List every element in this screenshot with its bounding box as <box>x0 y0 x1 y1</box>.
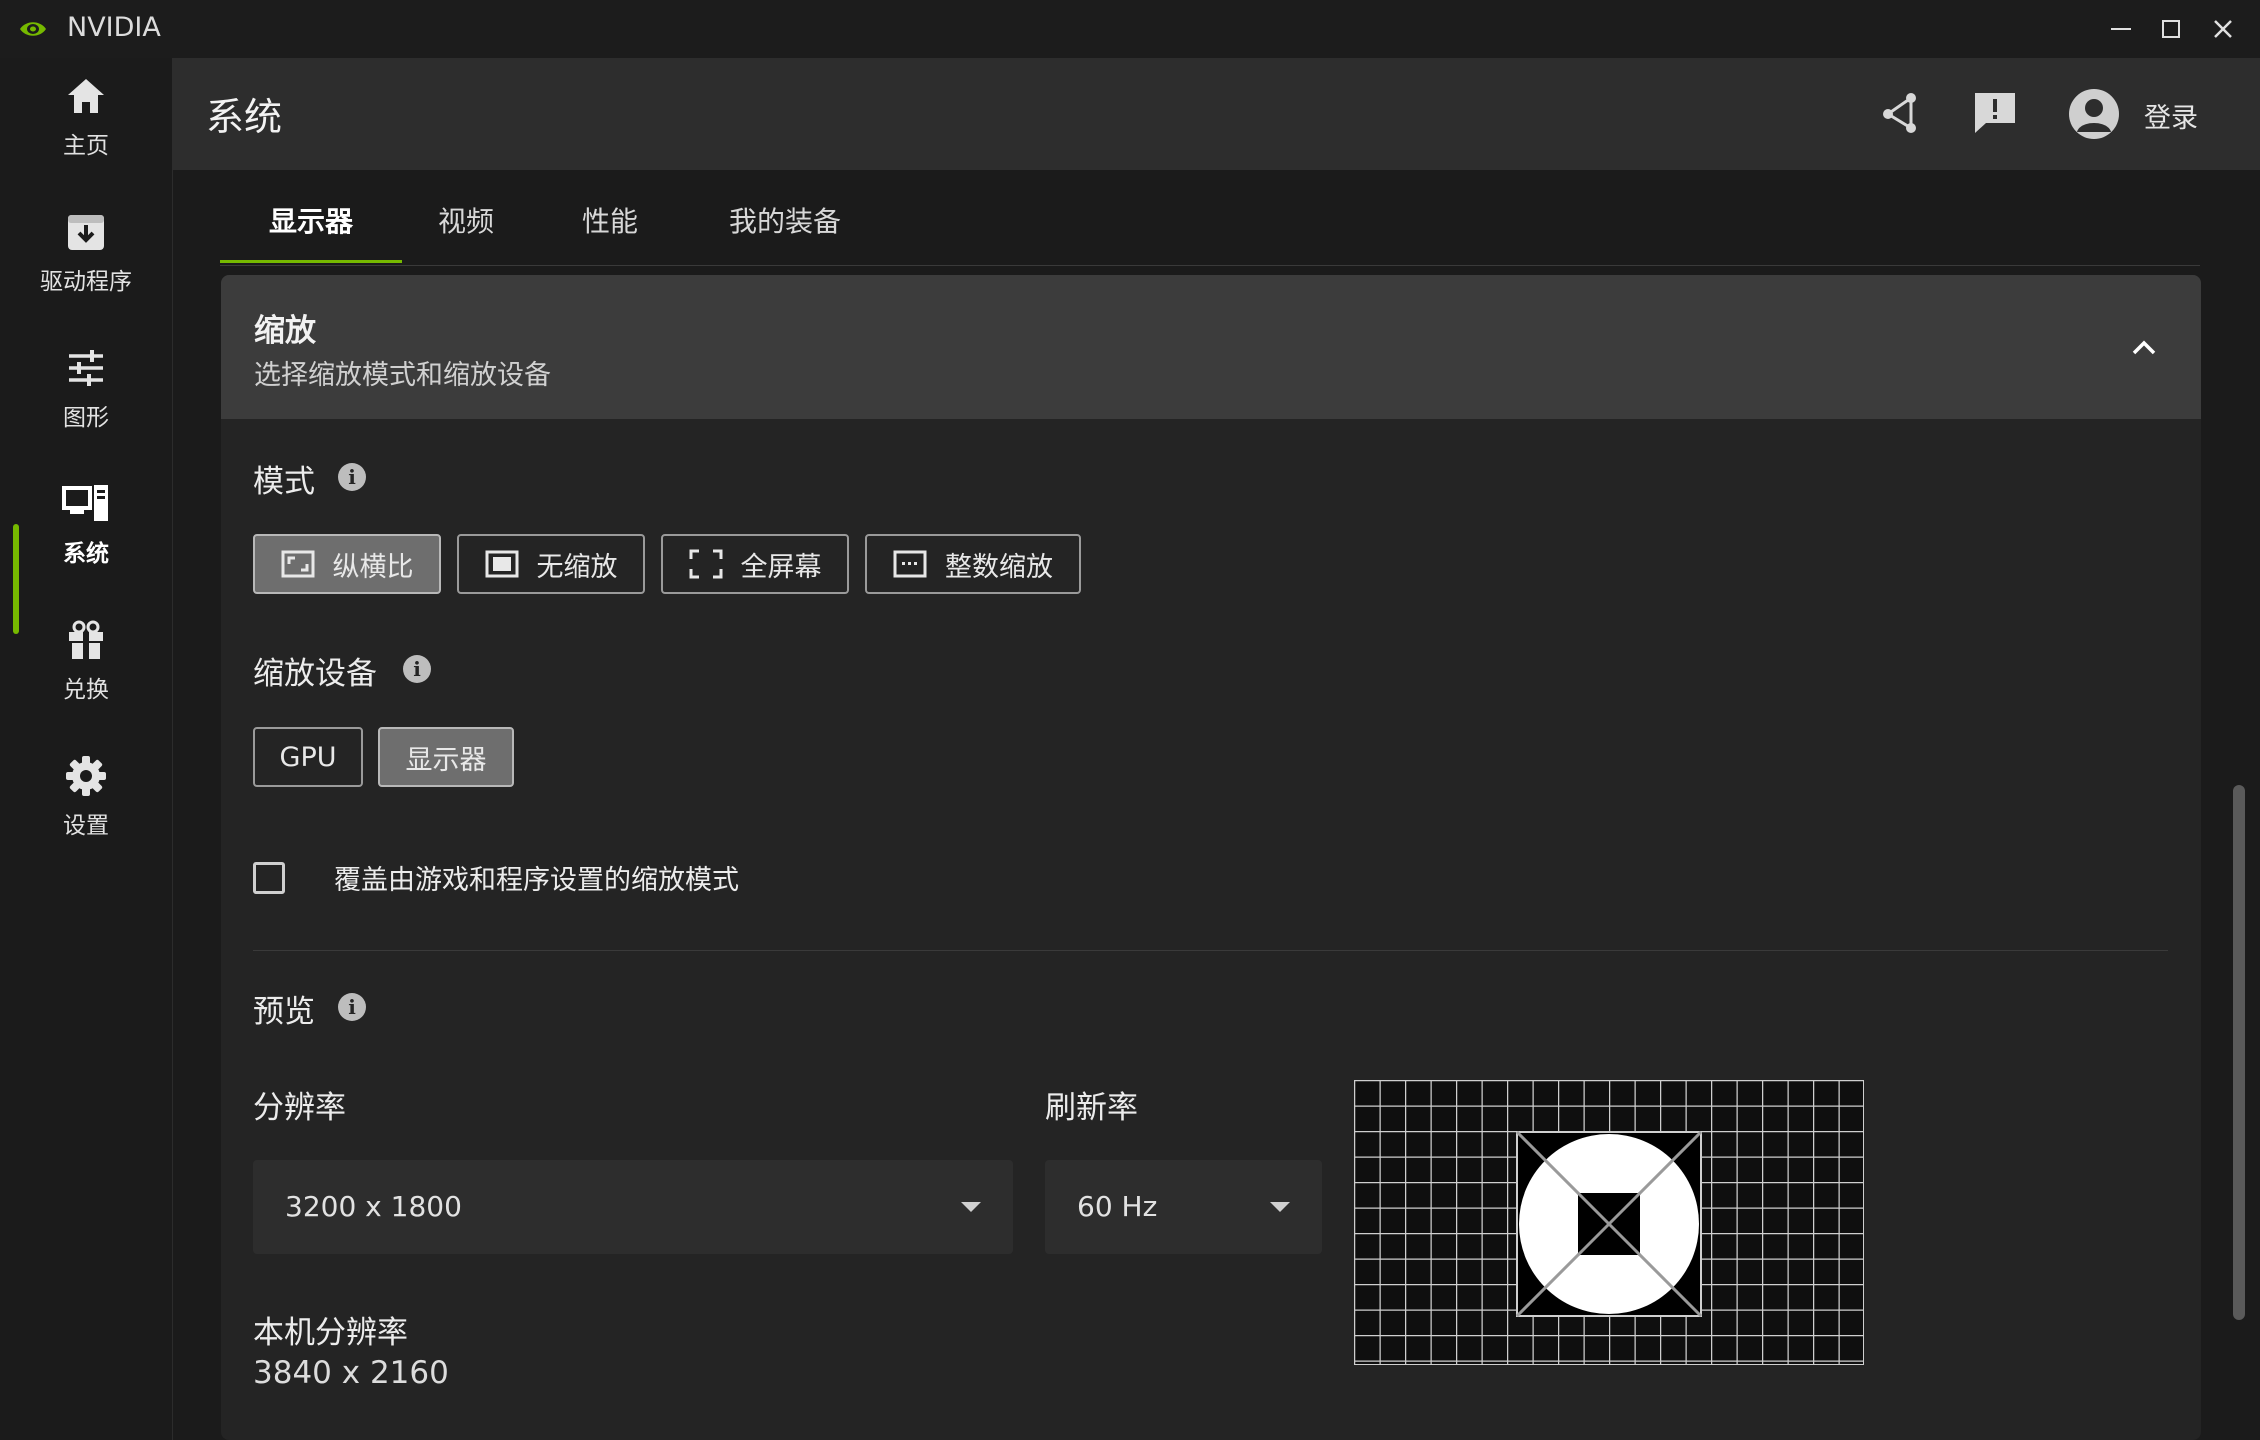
resolution-dropdown[interactable]: 3200 x 1800 <box>253 1160 1013 1254</box>
sidebar-item-redeem[interactable]: 兑换 <box>0 618 172 748</box>
sidebar-item-label: 兑换 <box>63 677 109 703</box>
sidebar-item-label: 图形 <box>63 405 109 431</box>
minimize-button[interactable] <box>2096 0 2146 58</box>
preview-label: 预览 <box>253 994 315 1030</box>
override-checkbox-label[interactable]: 覆盖由游戏和程序设置的缩放模式 <box>334 858 739 897</box>
tab-video[interactable]: 视频 <box>402 200 530 262</box>
app-name: NVIDIA <box>67 12 161 43</box>
button-label: GPU <box>279 741 337 773</box>
mode-integer-scaling-button[interactable]: 整数缩放 <box>865 534 1081 594</box>
page-title: 系统 <box>206 95 283 139</box>
refresh-rate-label: 刷新率 <box>1045 1090 1138 1126</box>
maximize-button[interactable] <box>2146 0 2196 58</box>
sidebar: 主页 驱动程序 图形 系统 兑换 设置 <box>0 58 173 1440</box>
sidebar-item-system[interactable]: 系统 <box>0 482 172 612</box>
active-tab-underline <box>220 260 402 263</box>
avatar-icon[interactable] <box>2068 88 2120 140</box>
sidebar-item-label: 系统 <box>63 541 109 567</box>
tab-my-rig[interactable]: 我的装备 <box>700 200 870 262</box>
override-checkbox[interactable] <box>253 862 285 894</box>
caret-down-icon <box>961 1202 981 1212</box>
card-title: 缩放 <box>254 313 316 349</box>
gift-icon <box>69 620 103 659</box>
button-label: 全屏幕 <box>740 551 822 583</box>
section-divider <box>253 950 2168 951</box>
login-button[interactable]: 登录 <box>2144 96 2198 135</box>
full-screen-icon <box>689 549 722 579</box>
tab-performance[interactable]: 性能 <box>540 200 680 262</box>
driver-download-icon <box>68 215 104 250</box>
nvidia-logo-icon <box>20 22 46 36</box>
system-monitor-icon <box>62 485 108 521</box>
minimize-icon <box>2111 28 2131 30</box>
sidebar-item-label: 设置 <box>63 813 109 839</box>
sidebar-item-label: 主页 <box>63 133 109 159</box>
sidebar-item-settings[interactable]: 设置 <box>0 754 172 884</box>
button-label: 无缩放 <box>536 551 618 583</box>
preview-info-icon[interactable]: i <box>338 993 366 1021</box>
mode-info-icon[interactable]: i <box>338 463 366 491</box>
close-button[interactable] <box>2198 0 2248 58</box>
button-label: 显示器 <box>405 744 487 776</box>
scrollbar-thumb[interactable] <box>2233 785 2245 1320</box>
page-header: 系统 <box>172 58 2260 170</box>
sidebar-item-graphics[interactable]: 图形 <box>0 346 172 476</box>
tab-label: 性能 <box>581 205 638 238</box>
refresh-rate-value: 60 Hz <box>1077 1190 1158 1223</box>
native-resolution-label: 本机分辨率 <box>253 1315 408 1351</box>
tab-label: 我的装备 <box>728 205 841 238</box>
feedback-icon[interactable] <box>1972 90 2018 136</box>
content-scrollbar[interactable] <box>2233 265 2245 1440</box>
chevron-up-icon[interactable] <box>2129 333 2159 363</box>
scaling-device-info-icon[interactable]: i <box>403 655 431 683</box>
mode-full-screen-button[interactable]: 全屏幕 <box>661 534 849 594</box>
tab-display[interactable]: 显示器 <box>220 200 402 263</box>
mode-label: 模式 <box>253 464 315 500</box>
integer-scaling-icon <box>893 550 927 578</box>
button-label: 整数缩放 <box>945 551 1053 583</box>
no-scaling-icon <box>485 550 518 578</box>
share-icon[interactable] <box>1878 90 1924 136</box>
sidebar-item-label: 驱动程序 <box>40 269 132 295</box>
home-icon <box>68 79 104 113</box>
maximize-icon <box>2162 20 2180 38</box>
card-subtitle: 选择缩放模式和缩放设备 <box>254 360 551 391</box>
close-icon <box>2214 20 2232 38</box>
mode-aspect-ratio-button[interactable]: 纵横比 <box>253 534 441 594</box>
device-gpu-button[interactable]: GPU <box>253 727 363 787</box>
sliders-icon <box>69 350 103 386</box>
tab-label: 显示器 <box>268 205 353 238</box>
device-display-button[interactable]: 显示器 <box>378 727 514 787</box>
mode-no-scaling-button[interactable]: 无缩放 <box>457 534 645 594</box>
scaling-preview-image <box>1354 1080 1864 1365</box>
caret-down-icon <box>1270 1202 1290 1212</box>
sidebar-item-drivers[interactable]: 驱动程序 <box>0 210 172 340</box>
resolution-value: 3200 x 1800 <box>285 1190 462 1223</box>
sidebar-item-home[interactable]: 主页 <box>0 74 172 204</box>
scaling-device-label: 缩放设备 <box>253 656 377 692</box>
aspect-ratio-icon <box>281 550 314 578</box>
tab-bar: 显示器 视频 性能 我的装备 <box>220 170 2200 266</box>
title-bar: NVIDIA <box>0 0 2260 58</box>
resolution-label: 分辨率 <box>253 1090 346 1126</box>
refresh-rate-dropdown[interactable]: 60 Hz <box>1045 1160 1322 1254</box>
tab-label: 视频 <box>437 205 494 238</box>
button-label: 纵横比 <box>332 551 414 583</box>
scaling-card-header[interactable]: 缩放 选择缩放模式和缩放设备 <box>221 275 2201 419</box>
native-resolution-value: 3840 x 2160 <box>253 1355 449 1391</box>
gear-icon <box>66 756 106 796</box>
